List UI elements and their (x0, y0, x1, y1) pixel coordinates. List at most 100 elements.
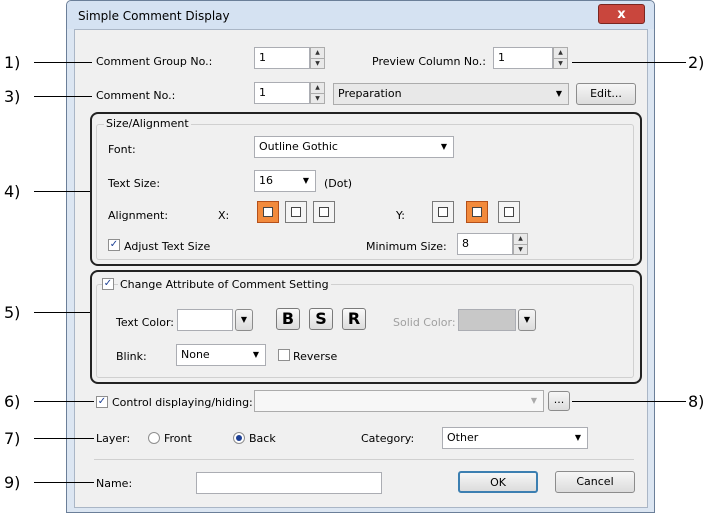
adjust-text-size-label: Adjust Text Size (124, 240, 211, 253)
shadow-button[interactable]: S (309, 308, 333, 330)
footer-divider (94, 459, 634, 460)
callout-4-line (34, 191, 90, 192)
blink-select-value: None (181, 348, 210, 361)
minimum-size-spinner[interactable]: ▲ ▼ (513, 233, 528, 255)
font-select-value: Outline Gothic (259, 140, 338, 153)
align-x-left-button[interactable] (257, 201, 279, 223)
solid-color-dropdown[interactable]: ▼ (518, 309, 536, 331)
spin-down-icon[interactable]: ▼ (554, 58, 567, 69)
callout-6: 6) (4, 392, 21, 411)
comment-group-spinner[interactable]: ▲ ▼ (310, 47, 325, 69)
name-label: Name: (96, 477, 133, 490)
layer-front-radio[interactable] (148, 432, 160, 444)
callout-3: 3) (4, 87, 21, 106)
chevron-down-icon: ▼ (530, 396, 537, 405)
change-attribute-checkbox[interactable]: ✓ (102, 278, 114, 290)
chevron-down-icon: ▼ (574, 433, 581, 442)
name-input[interactable] (196, 472, 382, 494)
dialog-title: Simple Comment Display (78, 9, 230, 23)
minimum-size-label: Minimum Size: (366, 240, 447, 253)
layer-label: Layer: (96, 432, 131, 445)
align-top-icon (438, 207, 448, 217)
category-select[interactable]: Other ▼ (442, 427, 588, 449)
callout-9: 9) (4, 473, 21, 492)
category-label: Category: (361, 432, 415, 445)
text-size-label: Text Size: (108, 177, 161, 190)
layer-back-radio[interactable] (233, 432, 245, 444)
chevron-down-icon: ▼ (523, 315, 531, 324)
align-y-top-button[interactable] (432, 201, 454, 223)
comment-no-spinner[interactable]: ▲ ▼ (310, 82, 325, 104)
edit-button[interactable]: Edit... (576, 83, 636, 105)
text-color-dropdown[interactable]: ▼ (235, 309, 253, 331)
ok-button[interactable]: OK (458, 471, 538, 493)
category-select-value: Other (447, 431, 479, 444)
control-display-label: Control displaying/hiding: (112, 396, 253, 409)
align-right-icon (319, 207, 329, 217)
preview-column-spinner[interactable]: ▲ ▼ (553, 47, 568, 69)
raised-button[interactable]: R (342, 308, 366, 330)
control-display-select[interactable]: ▼ (254, 390, 544, 412)
callout-7-line (34, 438, 94, 439)
font-label: Font: (108, 143, 136, 156)
callout-5-line (34, 312, 90, 313)
chevron-down-icon: ▼ (240, 315, 248, 324)
cancel-button[interactable]: Cancel (555, 471, 635, 493)
spin-up-icon[interactable]: ▲ (311, 48, 324, 58)
comment-select[interactable]: Preparation ▼ (333, 83, 569, 105)
alignment-label: Alignment: (108, 209, 169, 222)
control-display-checkbox[interactable]: ✓ (96, 396, 108, 408)
comment-select-value: Preparation (338, 87, 402, 100)
browse-button[interactable]: ... (548, 391, 570, 411)
size-alignment-group-label: Size/Alignment (104, 117, 191, 130)
solid-color-swatch[interactable] (458, 309, 516, 331)
text-size-select[interactable]: 16 ▼ (254, 170, 316, 192)
callout-4: 4) (4, 182, 21, 201)
comment-group-input[interactable]: 1 (254, 47, 310, 69)
callout-1: 1) (4, 53, 21, 72)
callout-9-line (34, 482, 94, 483)
callout-2-line (572, 62, 686, 63)
chevron-down-icon: ▼ (555, 89, 562, 98)
font-select[interactable]: Outline Gothic ▼ (254, 136, 454, 158)
spin-up-icon[interactable]: ▲ (554, 48, 567, 58)
bold-button[interactable]: B (276, 308, 300, 330)
spin-down-icon[interactable]: ▼ (514, 244, 527, 255)
chevron-down-icon: ▼ (302, 176, 309, 185)
callout-2: 2) (688, 53, 705, 72)
solid-color-label: Solid Color: (393, 316, 456, 329)
chevron-down-icon: ▼ (252, 350, 259, 359)
align-x-center-button[interactable] (285, 201, 307, 223)
align-middle-icon (472, 207, 482, 217)
comment-no-input[interactable]: 1 (254, 82, 310, 104)
comment-no-label: Comment No.: (96, 89, 176, 102)
align-x-right-button[interactable] (313, 201, 335, 223)
align-center-icon (291, 207, 301, 217)
reverse-label: Reverse (293, 350, 338, 363)
adjust-text-size-checkbox[interactable]: ✓ (108, 239, 120, 251)
text-color-label: Text Color: (116, 316, 174, 329)
minimum-size-input[interactable]: 8 (457, 233, 513, 255)
preview-column-input[interactable]: 1 (493, 47, 553, 69)
spin-up-icon[interactable]: ▲ (514, 234, 527, 244)
callout-8: 8) (688, 392, 705, 411)
align-y-middle-button[interactable] (466, 201, 488, 223)
close-button[interactable]: x (598, 4, 645, 24)
callout-1-line (34, 62, 92, 63)
align-y-bottom-button[interactable] (498, 201, 520, 223)
layer-back-label: Back (249, 432, 276, 445)
callout-6-line (34, 401, 94, 402)
chevron-down-icon: ▼ (440, 142, 447, 151)
callout-8-line (572, 401, 686, 402)
spin-up-icon[interactable]: ▲ (311, 83, 324, 93)
spin-down-icon[interactable]: ▼ (311, 93, 324, 104)
spin-down-icon[interactable]: ▼ (311, 58, 324, 69)
text-size-unit: (Dot) (324, 177, 353, 190)
check-icon: ✓ (103, 278, 113, 289)
reverse-checkbox[interactable] (278, 349, 290, 361)
alignment-x-label: X: (218, 209, 230, 222)
callout-7: 7) (4, 429, 21, 448)
blink-select[interactable]: None ▼ (176, 344, 266, 366)
check-icon: ✓ (97, 396, 107, 407)
text-color-swatch[interactable] (177, 309, 233, 331)
